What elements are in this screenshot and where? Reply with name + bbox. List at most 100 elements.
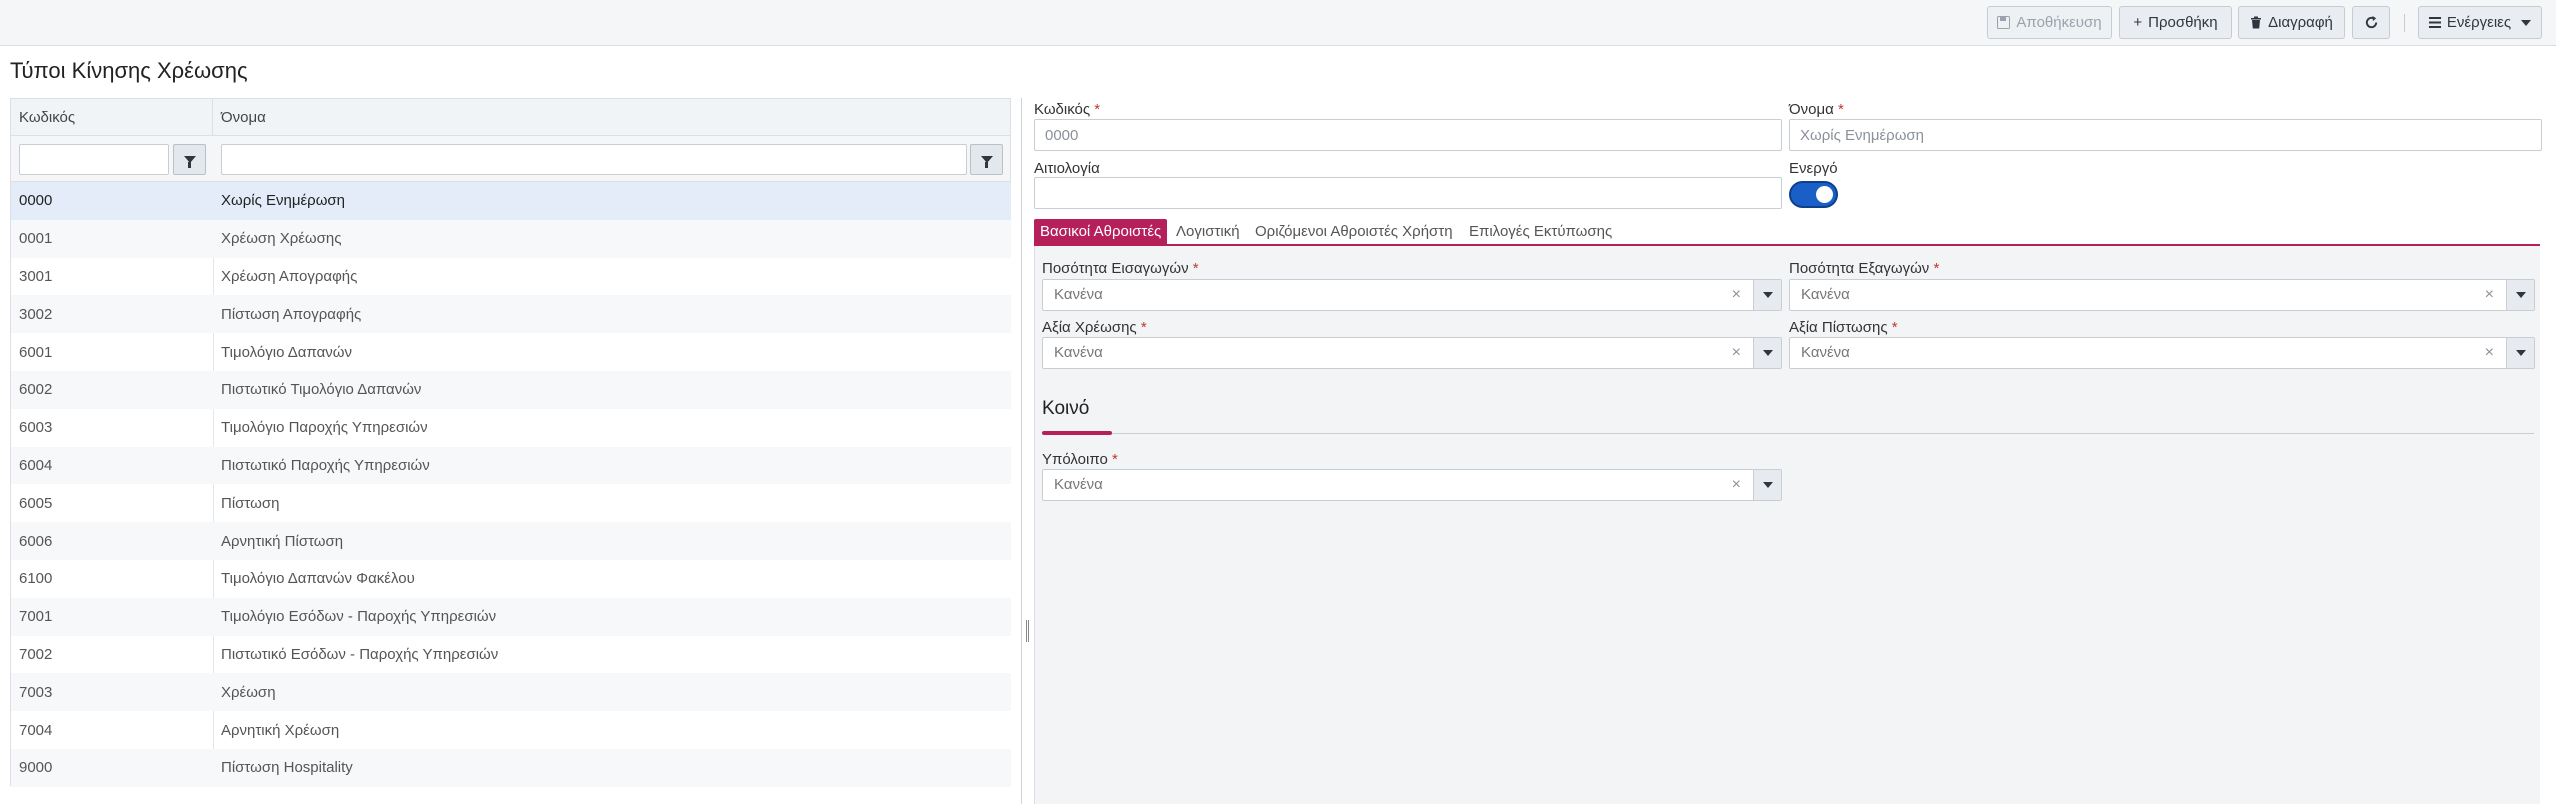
code-filter-input[interactable]	[19, 144, 169, 175]
table-row[interactable]: 6004 Πιστωτικό Παροχής Υπηρεσιών	[11, 446, 1011, 485]
table-row[interactable]: 6003 Τιμολόγιο Παροχής Υπηρεσιών	[11, 409, 1011, 447]
filter-icon	[980, 156, 993, 168]
balance-value: Κανένα	[1054, 476, 1103, 493]
clear-icon[interactable]: ×	[1732, 338, 1741, 368]
grid-header: Κωδικός Όνομα	[11, 98, 1011, 137]
credit-value-label: Αξία Πίστωσης *	[1789, 319, 1898, 336]
grid-filter-row	[11, 136, 1011, 182]
row-name: Χρέωση	[221, 683, 276, 701]
save-button[interactable]: Αποθήκευση	[1987, 6, 2112, 39]
name-label: Όνομα *	[1789, 101, 1844, 118]
code-label: Κωδικός *	[1034, 101, 1101, 118]
dropdown-button[interactable]	[2506, 280, 2534, 310]
row-name: Τιμολόγιο Δαπανών Φακέλου	[221, 570, 415, 588]
name-input[interactable]: Χωρίς Ενημέρωση	[1789, 119, 2542, 151]
row-name: Πιστωτικό Εσόδων - Παροχής Υπηρεσιών	[221, 645, 499, 663]
charge-value-value: Κανένα	[1054, 344, 1103, 361]
row-name: Πιστωτικό Παροχής Υπηρεσιών	[221, 456, 430, 474]
row-code: 6100	[19, 570, 53, 588]
dropdown-button[interactable]	[1753, 338, 1781, 368]
code-filter-button[interactable]	[173, 144, 206, 175]
row-name: Πίστωση Hospitality	[221, 759, 353, 777]
delete-button[interactable]: Διαγραφή	[2238, 6, 2345, 39]
table-row[interactable]: 7003 Χρέωση	[11, 673, 1011, 712]
section-accent	[1042, 431, 1112, 435]
tab-bar: Βασικοί Αθροιστές Λογιστική Οριζόμενοι Α…	[1034, 219, 2540, 245]
table-row[interactable]: 6002 Πιστωτικό Τιμολόγιο Δαπανών	[11, 370, 1011, 409]
panel-splitter[interactable]	[1021, 98, 1022, 804]
charge-types-grid: Κωδικός Όνομα 0000 Χωρίς Ενημέρωση 0001 Χρέ…	[10, 98, 1011, 787]
delete-button-label: Διαγραφή	[2268, 14, 2333, 31]
actions-menu-label: Ενέργειες	[2446, 14, 2512, 31]
row-name: Τιμολόγιο Δαπανών	[221, 343, 352, 361]
add-button[interactable]: + Προσθήκη	[2119, 6, 2232, 39]
charge-value-label: Αξία Χρέωσης *	[1042, 319, 1147, 336]
charge-value-select[interactable]: Κανένα ×	[1042, 337, 1782, 369]
tab-user-defined-totals[interactable]: Οριζόμενοι Αθροιστές Χρήστη	[1249, 219, 1459, 244]
row-code: 6005	[19, 494, 53, 512]
row-name: Χρέωση Χρέωσης	[221, 230, 342, 248]
table-row[interactable]: 6001 Τιμολόγιο Δαπανών	[11, 333, 1011, 371]
row-code: 7004	[19, 721, 53, 739]
table-row[interactable]: 9000 Πίστωση Hospitality	[11, 748, 1011, 787]
clear-icon[interactable]: ×	[2485, 280, 2494, 310]
table-row[interactable]: 0001 Χρέωση Χρέωσης	[11, 219, 1011, 258]
clear-icon[interactable]: ×	[1732, 280, 1741, 310]
table-row[interactable]: 6006 Αρνητική Πίστωση	[11, 522, 1011, 560]
row-name: Πίστωση Απογραφής	[221, 305, 362, 323]
code-input[interactable]: 0000	[1034, 119, 1782, 151]
hamburger-icon	[2428, 17, 2441, 28]
row-code: 0001	[19, 230, 53, 248]
table-row[interactable]: 7004 Αρνητική Χρέωση	[11, 711, 1011, 749]
export-qty-select[interactable]: Κανένα ×	[1789, 279, 2535, 311]
row-code: 7001	[19, 608, 53, 626]
name-filter-button[interactable]	[970, 144, 1003, 175]
row-name: Αρνητική Χρέωση	[221, 721, 340, 739]
add-button-label: Προσθήκη	[2148, 14, 2218, 31]
name-filter-input[interactable]	[221, 144, 967, 175]
table-row[interactable]: 7001 Τιμολόγιο Εσόδων - Παροχής Υπηρεσιών	[11, 597, 1011, 636]
clear-icon[interactable]: ×	[2485, 338, 2494, 368]
export-qty-value: Κανένα	[1801, 286, 1850, 303]
chevron-down-icon	[2521, 19, 2532, 26]
table-row[interactable]: 3001 Χρέωση Απογραφής	[11, 258, 1011, 296]
dropdown-button[interactable]	[2506, 338, 2534, 368]
table-row[interactable]: 6100 Τιμολόγιο Δαπανών Φακέλου	[11, 560, 1011, 598]
import-qty-select[interactable]: Κανένα ×	[1042, 279, 1782, 311]
grid-body: 0000 Χωρίς Ενημέρωση 0001 Χρέωση Χρέωσης 300…	[11, 182, 1011, 787]
column-header-name[interactable]: Όνομα	[213, 99, 1011, 137]
actions-menu-button[interactable]: Ενέργειες	[2418, 6, 2542, 39]
splitter-grip-icon[interactable]	[1026, 620, 1029, 642]
active-toggle[interactable]	[1789, 181, 1838, 208]
table-row[interactable]: 7002 Πιστωτικό Εσόδων - Παροχής Υπηρεσιών	[11, 636, 1011, 674]
chevron-down-icon	[2515, 292, 2526, 298]
balance-select[interactable]: Κανένα ×	[1042, 469, 1782, 501]
dropdown-button[interactable]	[1753, 470, 1781, 500]
row-code: 6001	[19, 343, 53, 361]
clear-icon[interactable]: ×	[1732, 470, 1741, 500]
toolbar: Αποθήκευση + Προσθήκη Διαγραφή Ενέργειες	[0, 0, 2556, 46]
trash-icon	[2250, 16, 2262, 29]
refresh-button[interactable]	[2352, 6, 2390, 39]
export-qty-label: Ποσότητα Εξαγωγών *	[1789, 260, 1940, 277]
credit-value-select[interactable]: Κανένα ×	[1789, 337, 2535, 369]
row-code: 7003	[19, 683, 53, 701]
common-section-title: Κοινό	[1042, 398, 1090, 419]
table-row[interactable]: 6005 Πίστωση	[11, 484, 1011, 522]
table-row[interactable]: 0000 Χωρίς Ενημέρωση	[11, 182, 1011, 220]
tab-basic-totals[interactable]: Βασικοί Αθροιστές	[1034, 219, 1168, 244]
tab-print-options[interactable]: Επιλογές Εκτύπωσης	[1463, 219, 1618, 244]
toggle-knob	[1816, 186, 1833, 203]
table-row[interactable]: 3002 Πίστωση Απογραφής	[11, 295, 1011, 334]
dropdown-button[interactable]	[1753, 280, 1781, 310]
row-code: 3002	[19, 305, 53, 323]
import-qty-label: Ποσότητα Εισαγωγών *	[1042, 260, 1199, 277]
import-qty-value: Κανένα	[1054, 286, 1103, 303]
row-name: Πιστωτικό Τιμολόγιο Δαπανών	[221, 381, 422, 399]
row-code: 6003	[19, 419, 53, 437]
tab-panel-basic-totals	[1034, 246, 2540, 804]
tab-accounting[interactable]: Λογιστική	[1170, 219, 1246, 244]
reason-input[interactable]	[1034, 177, 1782, 209]
chevron-down-icon	[2515, 350, 2526, 356]
column-header-code[interactable]: Κωδικός	[11, 99, 213, 137]
